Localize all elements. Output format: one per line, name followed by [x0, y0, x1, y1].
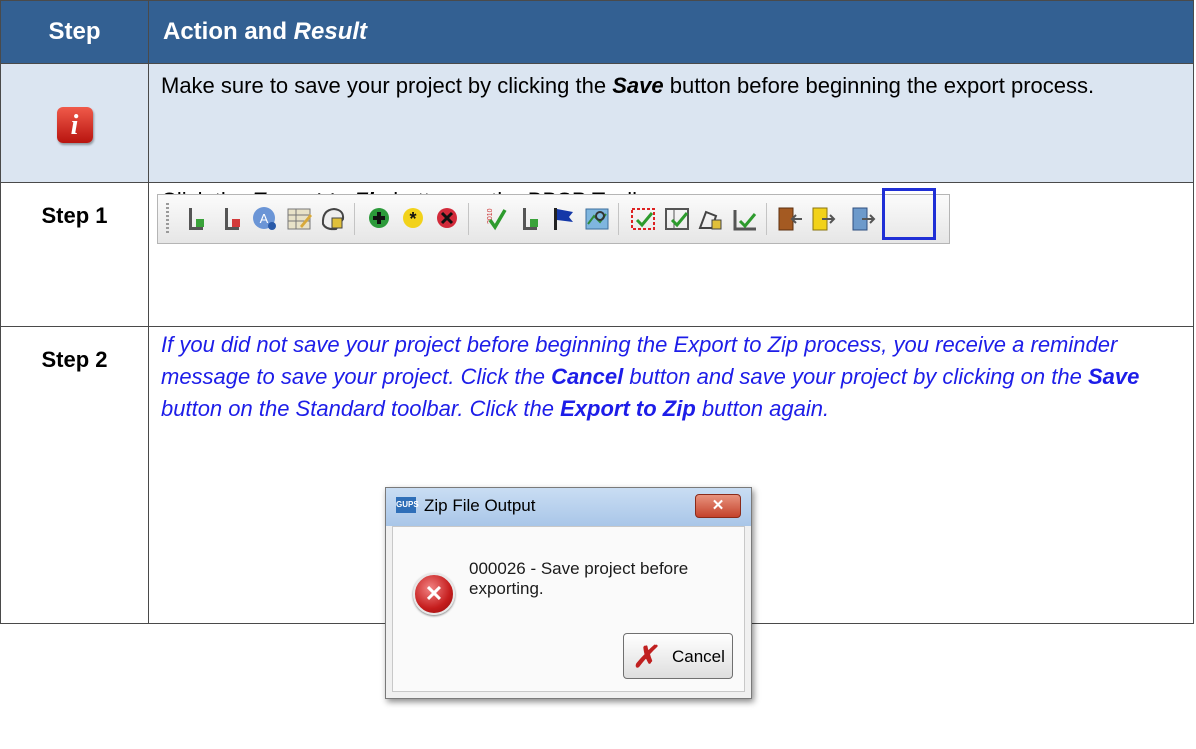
modify-point-icon[interactable]: * [398, 204, 428, 234]
export-shapefile-icon[interactable] [848, 204, 878, 234]
step2-label: Step 2 [0, 326, 149, 624]
add-point-icon[interactable] [364, 204, 394, 234]
step2-text: If you did not save your project before … [161, 332, 1140, 421]
header-step: Step [0, 0, 149, 64]
boundary-lock-icon[interactable] [696, 204, 726, 234]
export-to-zip-icon[interactable] [808, 204, 838, 234]
review-complete-icon[interactable] [730, 204, 760, 234]
close-button[interactable]: ✕ [695, 494, 741, 518]
toolbar-separator [618, 203, 619, 235]
dialog-body: ✕ 000026 - Save project before exporting… [392, 526, 745, 692]
delete-point-icon[interactable] [432, 204, 462, 234]
dialog-titlebar[interactable]: GUPS Zip File Output ✕ [386, 488, 751, 526]
cancel-button[interactable]: ✗ Cancel [623, 633, 733, 679]
svg-text:*: * [409, 209, 416, 229]
map-zoom-icon[interactable] [582, 204, 612, 234]
info-icon-cell: i [0, 63, 149, 183]
step1-label: Step 1 [0, 182, 149, 327]
polygon-lock-icon[interactable] [318, 204, 348, 234]
add-line-red-icon[interactable] [218, 204, 248, 234]
add-line-green-icon[interactable] [182, 204, 212, 234]
add-line-green-small-icon[interactable] [516, 204, 546, 234]
toolbar-grip[interactable] [166, 203, 169, 235]
review-check-icon[interactable] [662, 204, 692, 234]
bbsp-toolbar: A * 2010 [157, 194, 950, 244]
header-result: Result [293, 18, 368, 45]
import-icon[interactable] [774, 204, 804, 234]
app-icon: GUPS [396, 497, 419, 513]
info-row: i Make sure to save your project by clic… [0, 63, 1194, 183]
header-row: Step Action and Result [0, 0, 1194, 64]
info-text-cell: Make sure to save your project by clicki… [148, 63, 1194, 183]
dialog-message: 000026 - Save project before exporting. [469, 559, 689, 598]
export-to-zip-highlight [882, 188, 936, 240]
info-icon: i [56, 107, 93, 143]
search-address-icon[interactable]: A [250, 204, 280, 234]
dialog-title: Zip File Output [424, 496, 536, 515]
validate-check-icon[interactable]: 2010 [478, 204, 508, 234]
info-text: Make sure to save your project by clicki… [161, 73, 1095, 98]
select-check-icon[interactable] [628, 204, 658, 234]
zip-file-output-dialog: GUPS Zip File Output ✕ ✕ 000026 - Save p… [385, 487, 752, 699]
svg-text:A: A [260, 211, 269, 226]
cancel-label: Cancel [672, 647, 725, 666]
cancel-x-icon: ✗ [631, 641, 663, 674]
flag-icon[interactable] [548, 204, 578, 234]
toolbar-separator [766, 203, 767, 235]
toolbar-separator [468, 203, 469, 235]
toolbar-separator [354, 203, 355, 235]
header-action: Action and Result [148, 0, 1194, 64]
table-edit-icon[interactable] [284, 204, 314, 234]
error-icon: ✕ [413, 573, 455, 615]
